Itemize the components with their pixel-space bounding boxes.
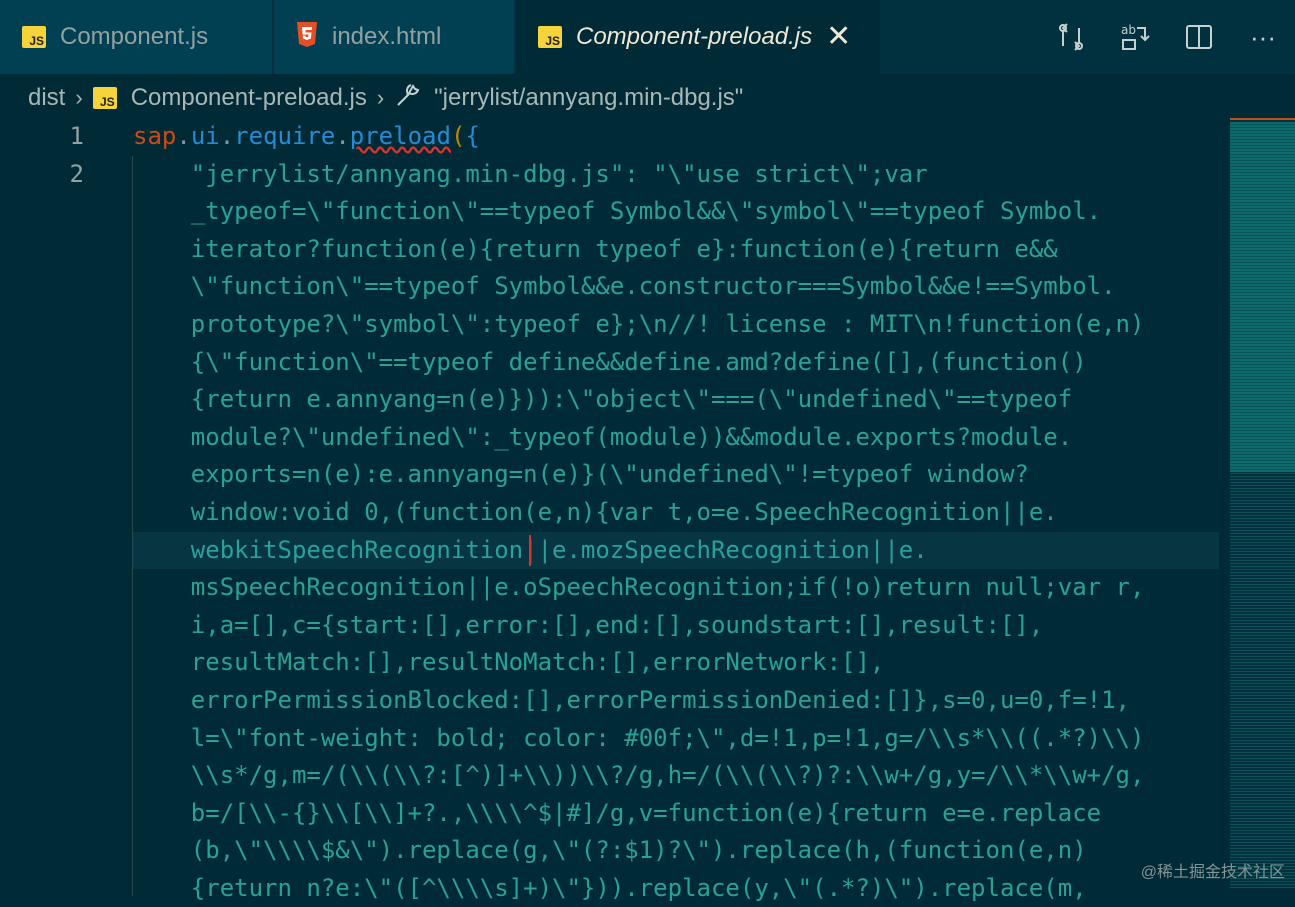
js-file-icon: JS <box>538 26 562 48</box>
breadcrumb-folder[interactable]: dist <box>28 84 65 112</box>
code-line: _typeof=\"function\"==typeof Symbol&&\"s… <box>133 197 1102 226</box>
text-cursor <box>529 535 531 566</box>
breadcrumb-file[interactable]: JS Component-preload.js <box>92 84 367 112</box>
js-file-icon: JS <box>92 87 117 109</box>
source-control-compare-icon[interactable] <box>1039 17 1103 57</box>
watermark: @稀土掘金技术社区 <box>1140 864 1285 881</box>
code-line: errorPermissionBlocked:[],errorPermissio… <box>133 685 1130 714</box>
split-editor-icon[interactable] <box>1167 17 1231 57</box>
code-line: \\s*/g,m=/(\\(\\?:[^)]+\\))\\?/g,h=/(\\(… <box>133 761 1145 790</box>
chevron-right-icon: › <box>75 85 83 110</box>
tab-label: Component.js <box>60 23 209 50</box>
breadcrumb-symbol-label: "jerrylist/annyang.min-dbg.js" <box>434 84 744 111</box>
tab-label: Component-preload.js <box>576 23 813 50</box>
svg-text:ab: ab <box>1121 23 1136 37</box>
code-line: l=\"font-weight: bold; color: #00f;\",d=… <box>133 723 1145 752</box>
wrench-icon <box>394 81 422 116</box>
code-line: msSpeechRecognition||e.oSpeechRecognitio… <box>133 573 1145 602</box>
code-line: (b,\"\\\\$&\").replace(g,\"(?:$1)?\").re… <box>133 836 1087 865</box>
code-line: webkitSpeechRecognition||e.mozSpeechReco… <box>190 535 928 564</box>
tab-component-preload-js[interactable]: JS Component-preload.js ✕ <box>516 0 880 74</box>
editor-actions: ab ··· <box>1039 0 1295 74</box>
minimap[interactable] <box>1230 118 1295 888</box>
breadcrumb-file-label: Component-preload.js <box>130 84 367 111</box>
tab-index-html[interactable]: index.html <box>274 0 514 74</box>
code-line: window:void 0,(function(e,n){var t,o=e.S… <box>133 497 1058 526</box>
chevron-right-icon: › <box>376 85 385 110</box>
breadcrumb: dist › JS Component-preload.js › "jerryl… <box>0 78 743 118</box>
code-line: {return n?e:\"([^\\\\s]+)\"})).replace(y… <box>133 873 1087 902</box>
tab-component-js[interactable]: JS Component.js <box>0 0 272 74</box>
breadcrumb-symbol[interactable]: "jerrylist/annyang.min-dbg.js" <box>394 81 743 116</box>
close-tab-icon[interactable]: ✕ <box>826 22 851 52</box>
line-number: 1 <box>69 122 84 150</box>
code-line: {\"function\"==typeof define&&define.amd… <box>133 347 1087 376</box>
code-line: {return e.annyang=n(e)})):\"object\"===(… <box>133 385 1073 414</box>
code-line: sap.ui.require.preload({ <box>133 122 480 150</box>
code-line: \"function\"==typeof Symbol&&e.construct… <box>133 272 1116 301</box>
tab-label: index.html <box>332 23 442 50</box>
code-line: b=/[\\-{}\\[\\]+?.,\\\\^$|#]/g,v=functio… <box>133 798 1102 827</box>
js-file-icon: JS <box>22 26 46 48</box>
code-line: resultMatch:[],resultNoMatch:[],errorNet… <box>133 648 885 677</box>
line-number: 2 <box>69 159 84 188</box>
replace-icon[interactable]: ab <box>1103 17 1167 57</box>
code-line: exports=n(e):e.annyang=n(e)}(\"undefined… <box>133 460 1029 489</box>
code-line: i,a=[],c={start:[],error:[],end:[],sound… <box>133 610 1044 639</box>
html5-file-icon <box>296 21 318 53</box>
code-line: iterator?function(e){return typeof e}:fu… <box>133 234 1058 263</box>
code-editor[interactable]: sap.ui.require.preload({ "jerrylist/anny… <box>133 118 1218 907</box>
more-actions-icon[interactable]: ··· <box>1231 17 1295 57</box>
code-line: "jerrylist/annyang.min-dbg.js": "\"use s… <box>133 159 928 188</box>
code-line: prototype?\"symbol\":typeof e};\n//! lic… <box>133 309 1145 338</box>
tab-bar: JS Component.js index.html JS Component-… <box>0 0 1295 74</box>
code-line: module?\"undefined\":_typeof(module))&&m… <box>133 422 1073 451</box>
